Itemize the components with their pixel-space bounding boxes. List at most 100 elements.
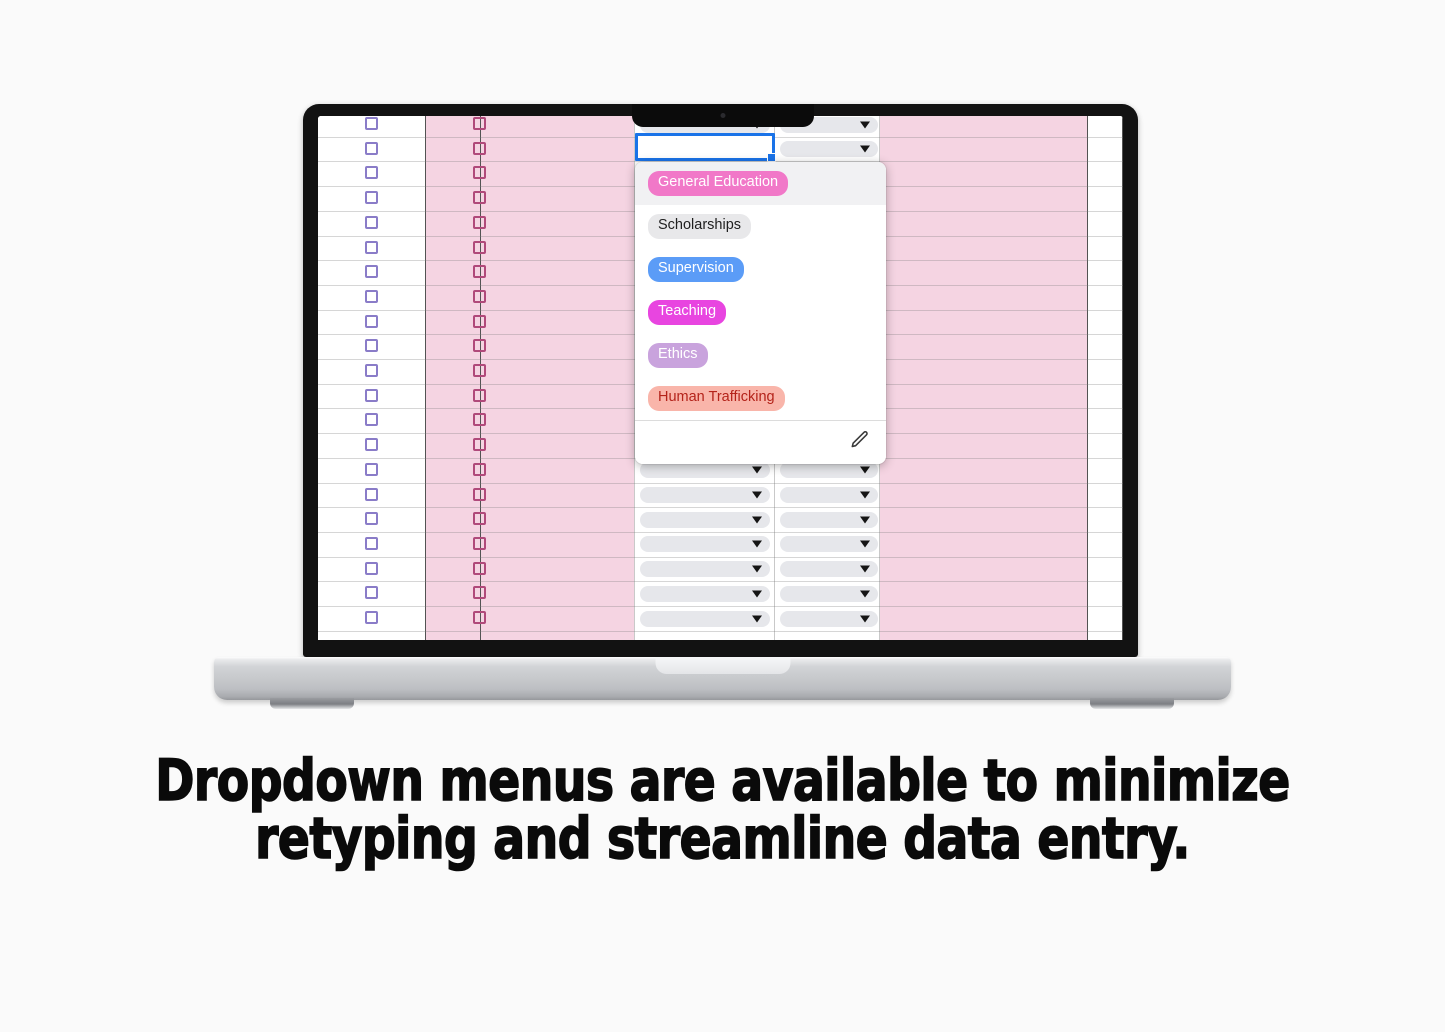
checkbox-cell[interactable] xyxy=(365,117,378,130)
dropdown-cell[interactable] xyxy=(640,536,770,553)
chevron-down-icon xyxy=(860,615,870,622)
checkbox-cell[interactable] xyxy=(473,561,486,575)
checkbox-cell[interactable] xyxy=(365,413,378,427)
dropdown-option[interactable]: Ethics xyxy=(635,334,886,377)
dropdown-cell[interactable] xyxy=(780,610,878,627)
chevron-down-icon xyxy=(752,466,762,474)
dropdown-cell[interactable] xyxy=(780,511,878,528)
chevron-down-icon xyxy=(752,565,762,573)
chevron-down-icon xyxy=(752,516,762,524)
caption-line-1: Dropdown menus are available to minimize xyxy=(154,748,1290,814)
checkbox-cell[interactable] xyxy=(473,141,486,155)
dropdown-option[interactable]: Teaching xyxy=(635,291,886,334)
chevron-down-icon xyxy=(860,491,870,499)
checkbox-cell[interactable] xyxy=(365,462,378,476)
checkbox-cell[interactable] xyxy=(473,240,486,254)
dropdown-option-chip: Human Trafficking xyxy=(648,386,785,411)
dropdown-option[interactable]: Human Trafficking xyxy=(635,377,886,420)
checkbox-cell[interactable] xyxy=(473,265,486,279)
checkbox-cell[interactable] xyxy=(365,438,378,452)
checkbox-cell[interactable] xyxy=(473,536,486,550)
chevron-down-icon xyxy=(752,615,762,622)
checkbox-cell[interactable] xyxy=(365,240,378,254)
checkbox-cell[interactable] xyxy=(473,413,486,427)
dropdown-option-chip: Supervision xyxy=(648,257,744,282)
checkbox-cell[interactable] xyxy=(473,289,486,303)
checkbox-cell[interactable] xyxy=(365,388,378,402)
checkbox-cell[interactable] xyxy=(365,364,378,377)
checkbox-cell[interactable] xyxy=(365,289,378,303)
chevron-down-icon xyxy=(860,540,870,548)
laptop-mockup: General Education Scholarships Supervision… xyxy=(0,0,1445,730)
dropdown-menu[interactable]: General Education Scholarships Supervision… xyxy=(635,162,886,464)
checkbox-cell[interactable] xyxy=(365,536,378,550)
chevron-down-icon xyxy=(752,491,762,499)
chevron-down-icon xyxy=(860,121,870,128)
dropdown-cell[interactable] xyxy=(640,511,770,528)
laptop-screen: General Education Scholarships Supervision… xyxy=(318,116,1123,640)
chevron-down-icon xyxy=(752,590,762,598)
checkbox-cell[interactable] xyxy=(365,191,378,205)
dropdown-cell[interactable] xyxy=(640,487,770,503)
checkbox-cell[interactable] xyxy=(473,166,486,180)
checkbox-cell[interactable] xyxy=(365,611,378,624)
dropdown-cell[interactable] xyxy=(640,462,770,479)
laptop-base xyxy=(214,657,1231,700)
fill-handle[interactable] xyxy=(767,153,776,162)
dropdown-cell[interactable] xyxy=(780,462,878,479)
laptop-foot-right xyxy=(1090,698,1174,709)
active-cell[interactable] xyxy=(635,133,776,162)
checkbox-cell[interactable] xyxy=(473,215,486,229)
checkbox-cell[interactable] xyxy=(365,166,378,180)
checkbox-cell[interactable] xyxy=(365,339,378,353)
chevron-down-icon xyxy=(860,145,870,153)
dropdown-cell[interactable] xyxy=(780,487,878,503)
dropdown-cell[interactable] xyxy=(780,585,878,602)
checkbox-cell[interactable] xyxy=(365,561,378,575)
dropdown-option-chip: Teaching xyxy=(648,300,727,325)
caption-line-2: retyping and streamline data entry. xyxy=(254,806,1191,873)
checkbox-cell[interactable] xyxy=(365,215,378,229)
checkbox-cell[interactable] xyxy=(473,462,486,476)
checkbox-cell[interactable] xyxy=(365,586,378,600)
dropdown-cell[interactable] xyxy=(780,561,878,578)
dropdown-cell[interactable] xyxy=(780,536,878,553)
checkbox-cell[interactable] xyxy=(473,117,486,130)
dropdown-option-chip: Scholarships xyxy=(648,214,752,239)
checkbox-cell[interactable] xyxy=(473,438,486,452)
dropdown-option-list[interactable]: General Education Scholarships Supervision… xyxy=(635,162,886,420)
chevron-down-icon xyxy=(860,516,870,524)
checkbox-cell[interactable] xyxy=(365,487,378,501)
dropdown-option-chip: Ethics xyxy=(648,343,708,368)
dropdown-option[interactable]: General Education xyxy=(635,162,886,205)
pencil-icon[interactable] xyxy=(848,429,870,456)
chevron-down-icon xyxy=(860,466,870,474)
checkbox-cell[interactable] xyxy=(365,141,378,155)
dropdown-option[interactable]: Supervision xyxy=(635,248,886,291)
checkbox-cell[interactable] xyxy=(473,388,486,402)
chevron-down-icon xyxy=(752,540,762,548)
checkbox-cell[interactable] xyxy=(473,512,486,526)
dropdown-option[interactable]: Scholarships xyxy=(635,205,886,248)
checkbox-cell[interactable] xyxy=(473,314,486,328)
checkbox-cell[interactable] xyxy=(473,364,486,377)
dropdown-cell[interactable] xyxy=(640,585,770,602)
checkbox-cell[interactable] xyxy=(365,314,378,328)
checkbox-cell[interactable] xyxy=(473,191,486,205)
dropdown-cell[interactable] xyxy=(640,561,770,578)
dropdown-cell[interactable] xyxy=(780,141,878,158)
checkbox-cell[interactable] xyxy=(365,265,378,279)
sheet-column-text-col-3 xyxy=(1088,116,1123,640)
dropdown-cell[interactable] xyxy=(640,610,770,627)
checkbox-cell[interactable] xyxy=(473,586,486,600)
checkbox-cell[interactable] xyxy=(473,339,486,353)
camera-notch xyxy=(631,104,814,127)
checkbox-cell[interactable] xyxy=(473,611,486,624)
caption: Dropdown menus are available to minimize… xyxy=(58,748,1387,873)
checkbox-cell[interactable] xyxy=(365,512,378,526)
laptop-foot-left xyxy=(270,698,354,709)
checkbox-cell[interactable] xyxy=(473,487,486,501)
dropdown-footer xyxy=(635,420,886,464)
sheet-column-text-col-2 xyxy=(880,116,1088,640)
chevron-down-icon xyxy=(860,590,870,598)
